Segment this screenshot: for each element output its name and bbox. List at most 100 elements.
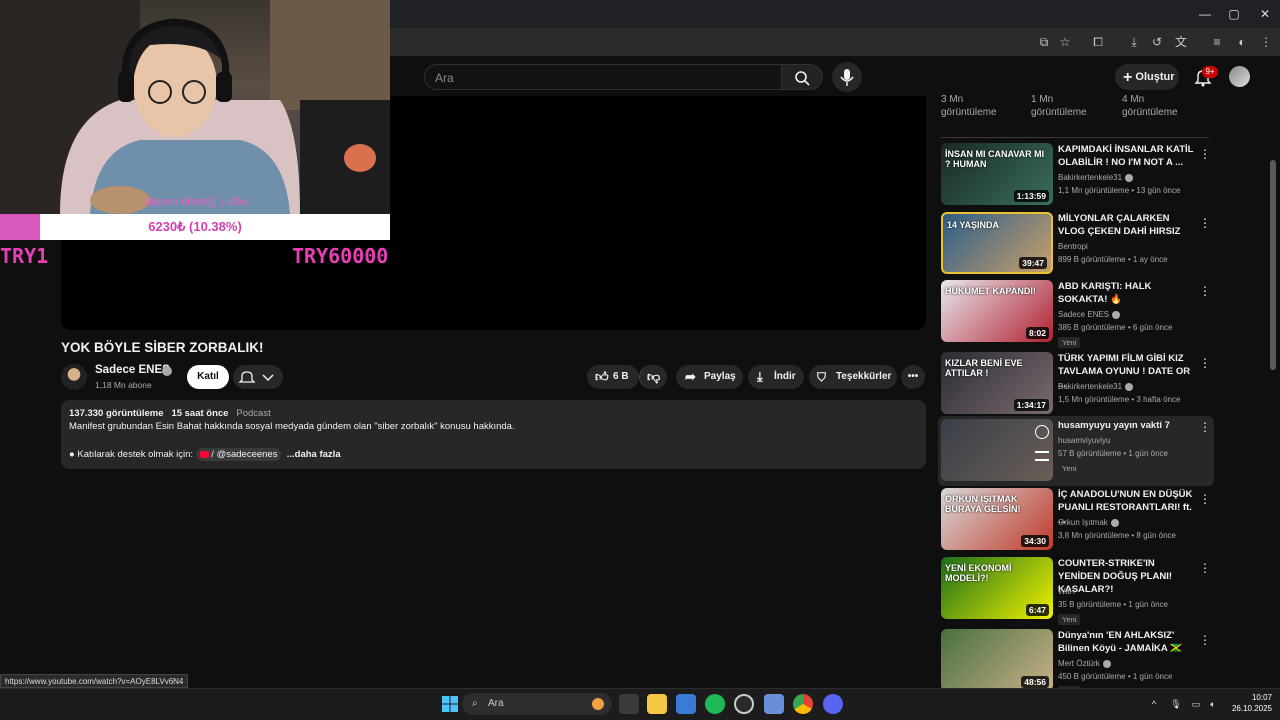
taskbar-search[interactable]: ⌕ Ara xyxy=(462,693,612,715)
translate-icon[interactable]: 文 xyxy=(1173,34,1189,50)
voice-search-button[interactable] xyxy=(832,62,862,92)
donation-min-label: TRY1 xyxy=(0,244,49,268)
thanks-button[interactable]: ⛉ Teşekkürler xyxy=(809,365,897,389)
download-icon: ⤓ xyxy=(757,369,763,384)
channel-name[interactable]: Sadece ENES xyxy=(95,364,170,376)
recommendation-meta: 3,8 Mn görüntüleme • 8 gün önce xyxy=(1058,531,1176,540)
extensions-icon[interactable]: ⧠ xyxy=(1090,34,1106,50)
chrome-icon[interactable] xyxy=(793,694,813,714)
recommendation-channel[interactable]: Sadece ENES xyxy=(1058,310,1121,319)
bookmark-star-icon[interactable]: ☆ xyxy=(1057,34,1073,50)
spotify-icon[interactable] xyxy=(705,694,725,714)
channel-name: WaiT xyxy=(1058,587,1077,596)
more-options-icon[interactable]: ⋮ xyxy=(1199,633,1211,647)
show-more-link[interactable]: ...daha fazla xyxy=(287,449,341,460)
recommendation-item[interactable]: ORKUN IŞITMAK BURAYA GELSİN! 34:30 İÇ ANAD… xyxy=(941,488,1211,552)
recommendation-item[interactable]: İNSAN MI CANAVAR MI ? HUMAN 1:13:59 KAPIMD… xyxy=(941,143,1211,207)
store-icon[interactable] xyxy=(676,694,696,714)
recommendation-channel[interactable]: Orkun Işıtmak xyxy=(1058,518,1119,527)
task-view-icon[interactable] xyxy=(619,694,639,714)
video-thumbnail[interactable]: 14 YAŞINDA 39:47 xyxy=(941,212,1053,274)
more-options-icon[interactable]: ⋮ xyxy=(1199,420,1211,434)
search-button[interactable] xyxy=(781,64,823,90)
recommendation-channel[interactable]: Bentropi xyxy=(1058,242,1088,251)
discord-icon[interactable] xyxy=(823,694,843,714)
streamer-webcam-image xyxy=(0,0,390,214)
microphone-tray-icon[interactable]: 🎙︎ xyxy=(1170,698,1182,710)
tray-overflow-icon[interactable]: ^ xyxy=(1148,698,1160,710)
recommendation-title[interactable]: COUNTER-STRIKE'IN YENİDEN DOĞUŞ PLANI! K… xyxy=(1058,557,1196,596)
file-explorer-icon[interactable] xyxy=(647,694,667,714)
verified-icon xyxy=(1125,173,1134,182)
maximize-button[interactable]: ▢ xyxy=(1219,4,1249,24)
recommendation-title[interactable]: KAPIMDAKİ İNSANLAR KATİL OLABİLİR ! NO I… xyxy=(1058,143,1196,169)
recommendation-title[interactable]: husamyuyu yayın vakti 7 xyxy=(1058,419,1196,432)
volume-icon[interactable]: 🔈︎ xyxy=(1207,698,1219,710)
app-icon[interactable] xyxy=(764,694,784,714)
steam-icon[interactable] xyxy=(734,694,754,714)
recommendation-title[interactable]: MİLYONLAR ÇALARKEN VLOG ÇEKEN DAHİ HIRSI… xyxy=(1058,212,1196,238)
reading-list-icon[interactable]: ≡ xyxy=(1209,34,1225,50)
upload-date: 15 saat önce xyxy=(171,408,229,419)
profile-icon[interactable]: ◐ xyxy=(1234,34,1250,50)
more-actions-button[interactable]: ••• xyxy=(901,365,925,389)
recommendation-channel[interactable]: husamviyuviyu xyxy=(1058,436,1110,445)
recommendation-item[interactable]: KIZLAR BENİ EVE ATTILAR ! 1:34:17 TÜRK YAP… xyxy=(941,352,1211,416)
more-options-icon[interactable]: ⋮ xyxy=(1199,561,1211,575)
channel-avatar[interactable] xyxy=(61,364,87,390)
watch-later-icon[interactable] xyxy=(1035,425,1049,439)
super-thanks-icon: ⛉ xyxy=(817,370,827,384)
dislike-button[interactable]: 👎︎ xyxy=(639,365,667,389)
video-thumbnail[interactable]: ORKUN IŞITMAK BURAYA GELSİN! 34:30 xyxy=(941,488,1053,550)
video-thumbnail[interactable]: 48:56 xyxy=(941,629,1053,691)
create-button[interactable]: + Oluştur xyxy=(1115,64,1179,90)
recommendation-title[interactable]: ABD KARIŞTI: HALK SOKAKTA! 🔥 xyxy=(1058,280,1196,306)
channel-handle-link[interactable]: / @sadeceenes xyxy=(195,448,282,461)
recommendation-channel[interactable]: Bakirkertenkele31 xyxy=(1058,382,1134,391)
subscription-bell-button[interactable] xyxy=(233,365,283,389)
more-options-icon[interactable]: ⋮ xyxy=(1199,147,1211,161)
recommendation-item[interactable]: HÜKÜMET KAPANDI! 8:02 ABD KARIŞTI: HALK SO… xyxy=(941,280,1211,348)
browser-menu-icon[interactable]: ⋮ xyxy=(1258,34,1274,50)
search-input[interactable]: Ara xyxy=(424,64,782,90)
video-thumbnail[interactable]: İNSAN MI CANAVAR MI ? HUMAN 1:13:59 xyxy=(941,143,1053,205)
recommendation-item[interactable]: 14 YAŞINDA 39:47 MİLYONLAR ÇALARKEN VLOG Ç… xyxy=(941,212,1211,276)
join-button[interactable]: Katıl xyxy=(187,365,229,389)
recommendation-channel[interactable]: WaiT xyxy=(1058,587,1076,596)
add-to-queue-icon[interactable] xyxy=(1035,451,1049,461)
video-thumbnail[interactable]: KIZLAR BENİ EVE ATTILAR ! 1:34:17 xyxy=(941,352,1053,414)
more-options-icon[interactable]: ⋮ xyxy=(1199,284,1211,298)
share-icon: ➦ xyxy=(685,369,696,384)
download-button[interactable]: ⤓ İndir xyxy=(748,365,804,389)
description-box[interactable]: 137.330 görüntüleme 15 saat önce Podcast… xyxy=(61,400,926,469)
download-icon[interactable]: ⤓ xyxy=(1126,34,1142,50)
scrollbar-thumb[interactable] xyxy=(1270,160,1276,370)
like-button[interactable]: 👍︎ 6 B xyxy=(587,365,639,389)
video-thumbnail[interactable]: YENİ EKONOMİ MODELİ?! 6:47 xyxy=(941,557,1053,619)
search-icon: ⌕ xyxy=(472,698,478,709)
history-icon[interactable]: ↺ xyxy=(1149,34,1165,50)
recommendation-channel[interactable]: Bakirkertenkele31 xyxy=(1058,173,1134,182)
close-window-button[interactable]: ✕ xyxy=(1250,4,1280,24)
taskbar-clock[interactable]: 10:07 26.10.2025 xyxy=(1222,692,1272,714)
recommendation-item[interactable]: YENİ EKONOMİ MODELİ?! 6:47 COUNTER-STRIKE'… xyxy=(941,557,1211,625)
minimize-button[interactable]: — xyxy=(1190,4,1220,24)
more-options-icon[interactable]: ⋮ xyxy=(1199,216,1211,230)
share-button[interactable]: ➦ Paylaş xyxy=(676,365,743,389)
category-tag[interactable]: Podcast xyxy=(236,408,270,419)
verified-icon xyxy=(1125,382,1134,391)
more-options-icon[interactable]: ⋮ xyxy=(1199,356,1211,370)
recommendation-item[interactable]: husamyuyu yayın vakti 7 husamviyuviyu 57 B… xyxy=(938,416,1214,486)
start-button[interactable] xyxy=(440,694,460,714)
video-thumbnail[interactable] xyxy=(941,419,1053,481)
recommendation-channel[interactable]: Mert Öztürk xyxy=(1058,659,1111,668)
video-thumbnail[interactable]: HÜKÜMET KAPANDI! 8:02 xyxy=(941,280,1053,342)
channel-name: husamviyuviyu xyxy=(1058,436,1111,445)
recommendation-item[interactable]: 48:56 Dünya'nın 'EN AHLAKSIZ' Bilinen Köy… xyxy=(941,629,1211,697)
cast-icon[interactable]: ⧉ xyxy=(1036,34,1052,50)
donation-progress-text: 6230₺ (10.38%) xyxy=(148,219,242,234)
account-avatar[interactable] xyxy=(1229,66,1250,87)
more-options-icon[interactable]: ⋮ xyxy=(1199,492,1211,506)
recommendation-title[interactable]: Dünya'nın 'EN AHLAKSIZ' Bilinen Köyü - J… xyxy=(1058,629,1196,655)
network-icon[interactable]: ▭ xyxy=(1190,698,1202,710)
